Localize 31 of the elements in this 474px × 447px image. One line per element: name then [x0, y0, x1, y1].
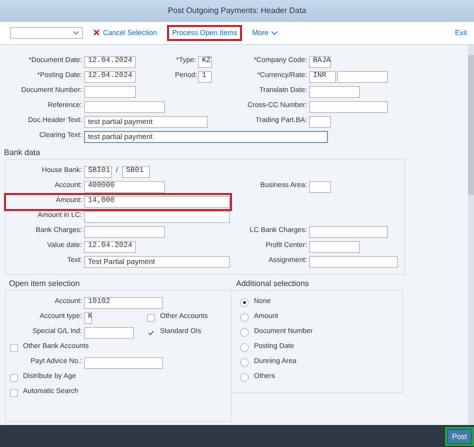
window-title: Post Outgoing Payments: Header Data	[168, 5, 306, 17]
section-title: Bank data	[3, 147, 42, 159]
scrollbar[interactable]	[468, 45, 474, 425]
radio-button[interactable]	[240, 373, 249, 382]
input-field[interactable]	[84, 326, 134, 338]
radio-button[interactable]	[240, 313, 249, 322]
caret-icon	[271, 30, 278, 35]
close-icon	[93, 29, 100, 36]
input-field[interactable]	[309, 240, 360, 252]
scrollbar-thumb[interactable]	[468, 55, 474, 195]
radio-button[interactable]	[240, 298, 249, 307]
radio-button[interactable]	[240, 343, 249, 352]
input-field[interactable]	[337, 70, 388, 82]
input-field[interactable]	[84, 356, 163, 368]
input-field[interactable]	[309, 100, 388, 112]
section-title: Additional selections	[235, 278, 310, 290]
variant-dropdown[interactable]	[10, 27, 83, 39]
input-field[interactable]	[84, 86, 136, 98]
caret-icon	[73, 31, 79, 35]
input-field[interactable]	[309, 180, 331, 192]
section-title: Open item selection	[8, 278, 81, 290]
radio-button[interactable]	[240, 328, 249, 337]
checkbox[interactable]	[147, 328, 155, 336]
input-field[interactable]	[84, 210, 230, 222]
input-field[interactable]	[84, 226, 165, 238]
input-field[interactable]	[309, 226, 388, 238]
input-field[interactable]	[309, 256, 398, 268]
radio-button[interactable]	[240, 358, 249, 367]
input-field[interactable]	[84, 100, 165, 112]
input-field[interactable]	[309, 86, 360, 98]
input-field[interactable]	[309, 116, 331, 128]
